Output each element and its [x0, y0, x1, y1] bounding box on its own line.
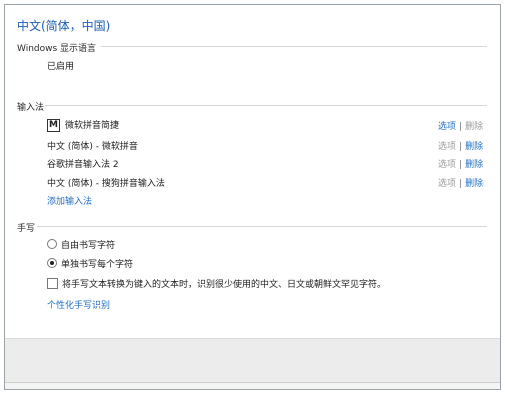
ime-keyboard-icon: M: [47, 119, 60, 132]
ime-remove-link[interactable]: 删除: [465, 179, 483, 189]
section-divider: [45, 105, 487, 106]
content-area: 中文(简体，中国) Windows 显示语言 已启用 输入法 M 微软拼音简捷 选…: [5, 5, 500, 338]
handwriting-heading: 手写: [17, 224, 36, 234]
section-divider: [37, 226, 487, 227]
ime-row-3-actions: 选项 | 删除: [438, 157, 483, 170]
action-separator: |: [459, 179, 463, 189]
display-language-heading: Windows 显示语言: [17, 44, 97, 54]
ime-options-link: 选项: [438, 179, 457, 189]
ime-row-4-actions: 选项 | 删除: [438, 176, 483, 189]
ime-options-link[interactable]: 选项: [438, 122, 456, 132]
ime-row-2-actions: 选项 | 删除: [438, 139, 483, 152]
ime-row-1: M 微软拼音简捷: [47, 118, 119, 132]
input-methods-heading: 输入法: [17, 103, 45, 113]
ime-row-2-name: 中文 (简体) - 微软拼音: [47, 142, 138, 152]
personalize-handwriting-link[interactable]: 个性化手写识别: [47, 298, 110, 311]
button-bar: [5, 338, 500, 383]
page-title: 中文(简体，中国): [17, 19, 111, 33]
display-language-status: 已启用: [47, 62, 75, 72]
window-bottom-edge: [5, 383, 500, 389]
single-char-label: 单独书写每个字符: [61, 260, 134, 270]
ime-row-3-name: 谷歌拼音输入法 2: [47, 160, 119, 170]
action-separator: |: [459, 160, 463, 170]
ime-options-link: 选项: [438, 160, 457, 170]
single-char-radio[interactable]: [47, 258, 57, 268]
add-input-method-link[interactable]: 添加输入法: [47, 194, 92, 207]
free-writing-label: 自由书写字符: [61, 241, 116, 251]
action-separator: |: [459, 122, 463, 132]
language-options-window: 中文(简体，中国) Windows 显示语言 已启用 输入法 M 微软拼音简捷 选…: [4, 4, 501, 390]
rare-chars-label: 将手写文本转换为键入的文本时，识别很少使用的中文、日文或朝鲜文罕见字符。: [62, 280, 387, 290]
ime-row-1-actions: 选项 | 删除: [438, 119, 483, 132]
ime-row-4-name: 中文 (简体) - 搜狗拼音输入法: [47, 179, 165, 189]
ime-remove-link[interactable]: 删除: [465, 142, 483, 152]
action-separator: |: [459, 142, 463, 152]
free-writing-radio[interactable]: [47, 239, 57, 249]
rare-chars-checkbox[interactable]: [47, 278, 58, 289]
section-divider: [101, 46, 487, 47]
ime-remove-link[interactable]: 删除: [465, 160, 483, 170]
ime-remove-link: 删除: [465, 122, 484, 132]
ime-options-link: 选项: [438, 142, 457, 152]
ime-name: 微软拼音简捷: [65, 121, 120, 131]
